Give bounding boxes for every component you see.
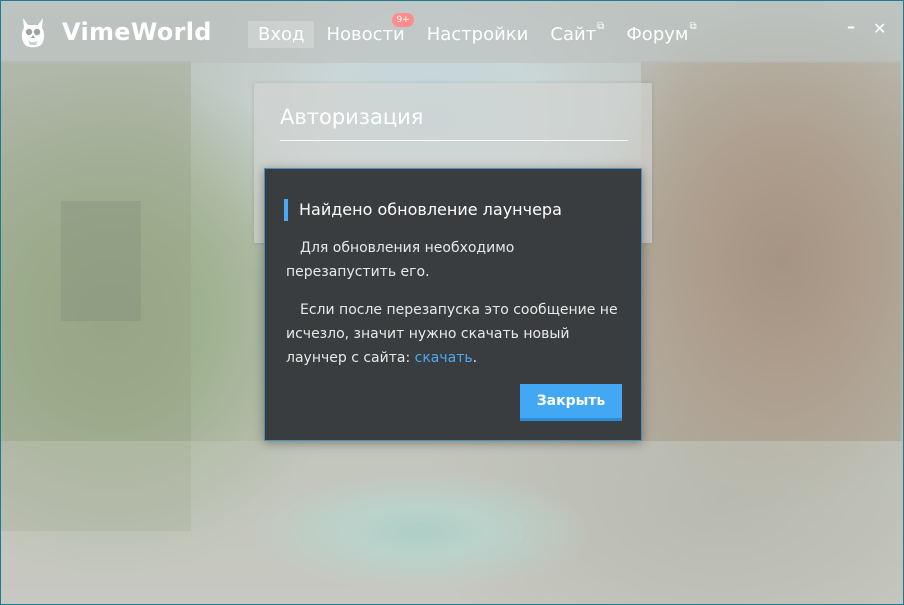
update-dialog: Найдено обновление лаунчера Для обновлен…: [264, 168, 642, 441]
dialog-accent-bar: [284, 199, 288, 221]
nav-item-label: Форум: [626, 23, 689, 45]
dialog-message-end: .: [472, 350, 478, 366]
auth-title: Авторизация: [280, 105, 424, 129]
nav-item-login[interactable]: Вход: [248, 20, 315, 48]
nav-item-label: Вход: [258, 23, 305, 45]
nav-item-news[interactable]: Новости 9+: [316, 12, 414, 48]
nav-item-site[interactable]: Сайт⧉: [540, 21, 614, 48]
external-link-icon: ⧉: [597, 20, 605, 32]
nav-item-label: Новости: [326, 23, 405, 45]
nav-item-settings[interactable]: Настройки: [417, 21, 539, 48]
auth-divider: [280, 140, 628, 141]
top-bar: VimeWorld Вход Новости 9+ Настройки Сайт…: [1, 1, 903, 63]
minimize-button[interactable]: –: [847, 19, 855, 35]
app-brand: VimeWorld: [62, 18, 212, 46]
nav-item-label: Настройки: [426, 23, 529, 45]
close-window-button[interactable]: ✕: [873, 21, 886, 37]
owl-icon: [21, 18, 45, 48]
nav-item-forum[interactable]: Форум⧉: [616, 21, 706, 48]
nav-item-label: Сайт: [550, 23, 597, 45]
dialog-message-download: Если после перезапуска это сообщение не …: [286, 298, 626, 370]
dialog-title: Найдено обновление лаунчера: [299, 200, 562, 219]
close-button[interactable]: Закрыть: [520, 384, 622, 421]
main-nav: Вход Новости 9+ Настройки Сайт⧉ Форум⧉: [248, 12, 709, 49]
news-count-badge: 9+: [392, 12, 414, 27]
dialog-message-restart: Для обновления необходимо перезапустить …: [286, 240, 515, 280]
external-link-icon: ⧉: [689, 20, 697, 32]
launcher-window: VimeWorld Вход Новости 9+ Настройки Сайт…: [0, 0, 904, 605]
download-link[interactable]: скачать: [415, 350, 473, 366]
